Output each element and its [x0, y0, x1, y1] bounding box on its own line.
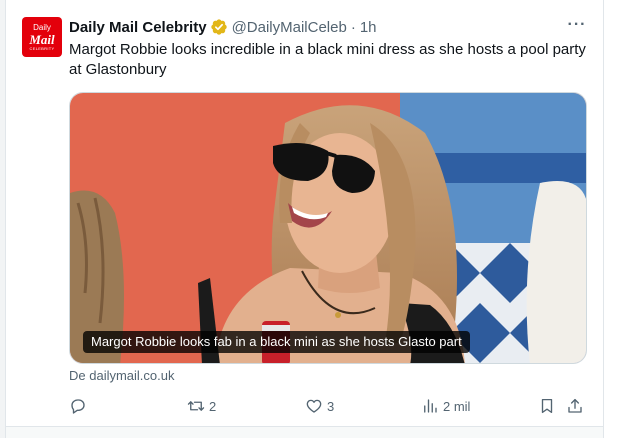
share-button[interactable]: [566, 394, 584, 418]
right-column-edge: [603, 0, 620, 438]
like-button[interactable]: 3: [305, 394, 334, 418]
views-count: 2 mil: [443, 398, 471, 414]
avatar-line-1: Daily: [33, 22, 51, 32]
tweet-header: Daily Mail Celebrity @DailyMailCeleb · 1…: [69, 17, 377, 37]
avatar[interactable]: Daily Mail CELEBRITY: [22, 17, 62, 57]
share-icon: [568, 398, 582, 413]
reply-button[interactable]: [69, 394, 91, 418]
source-link[interactable]: De dailymail.co.uk: [69, 368, 175, 383]
views-icon: [424, 399, 437, 413]
timestamp[interactable]: 1h: [360, 19, 377, 36]
tweet-text: Margot Robbie looks incredible in a blac…: [69, 41, 586, 78]
photo-illustration: [70, 93, 586, 363]
retweet-button[interactable]: 2: [187, 394, 216, 418]
bookmark-icon: [541, 398, 553, 414]
avatar-line-2: Mail: [29, 31, 55, 47]
retweet-icon: [187, 401, 205, 411]
gold-verified-badge-icon[interactable]: [210, 18, 228, 36]
next-post-edge: [6, 426, 603, 438]
separator-dot: ·: [350, 18, 356, 36]
reply-icon: [71, 399, 85, 414]
media-image[interactable]: Margot Robbie looks fab in a black mini …: [69, 92, 587, 364]
tweet[interactable]: Daily Mail CELEBRITY Daily Mail Celebrit…: [7, 0, 603, 426]
like-count: 3: [327, 398, 335, 414]
heart-icon: [306, 399, 322, 413]
left-column-edge: [0, 0, 6, 438]
handle[interactable]: @DailyMailCeleb: [232, 19, 347, 36]
media-caption: Margot Robbie looks fab in a black mini …: [83, 331, 470, 353]
more-options-icon[interactable]: ···: [567, 17, 587, 37]
display-name[interactable]: Daily Mail Celebrity: [69, 19, 207, 36]
retweet-count: 2: [209, 398, 217, 414]
bookmark-button[interactable]: [538, 394, 556, 418]
action-bar: 2 3 2 mil: [69, 394, 589, 418]
avatar-line-3: CELEBRITY: [29, 45, 55, 51]
views-button[interactable]: 2 mil: [421, 394, 470, 418]
